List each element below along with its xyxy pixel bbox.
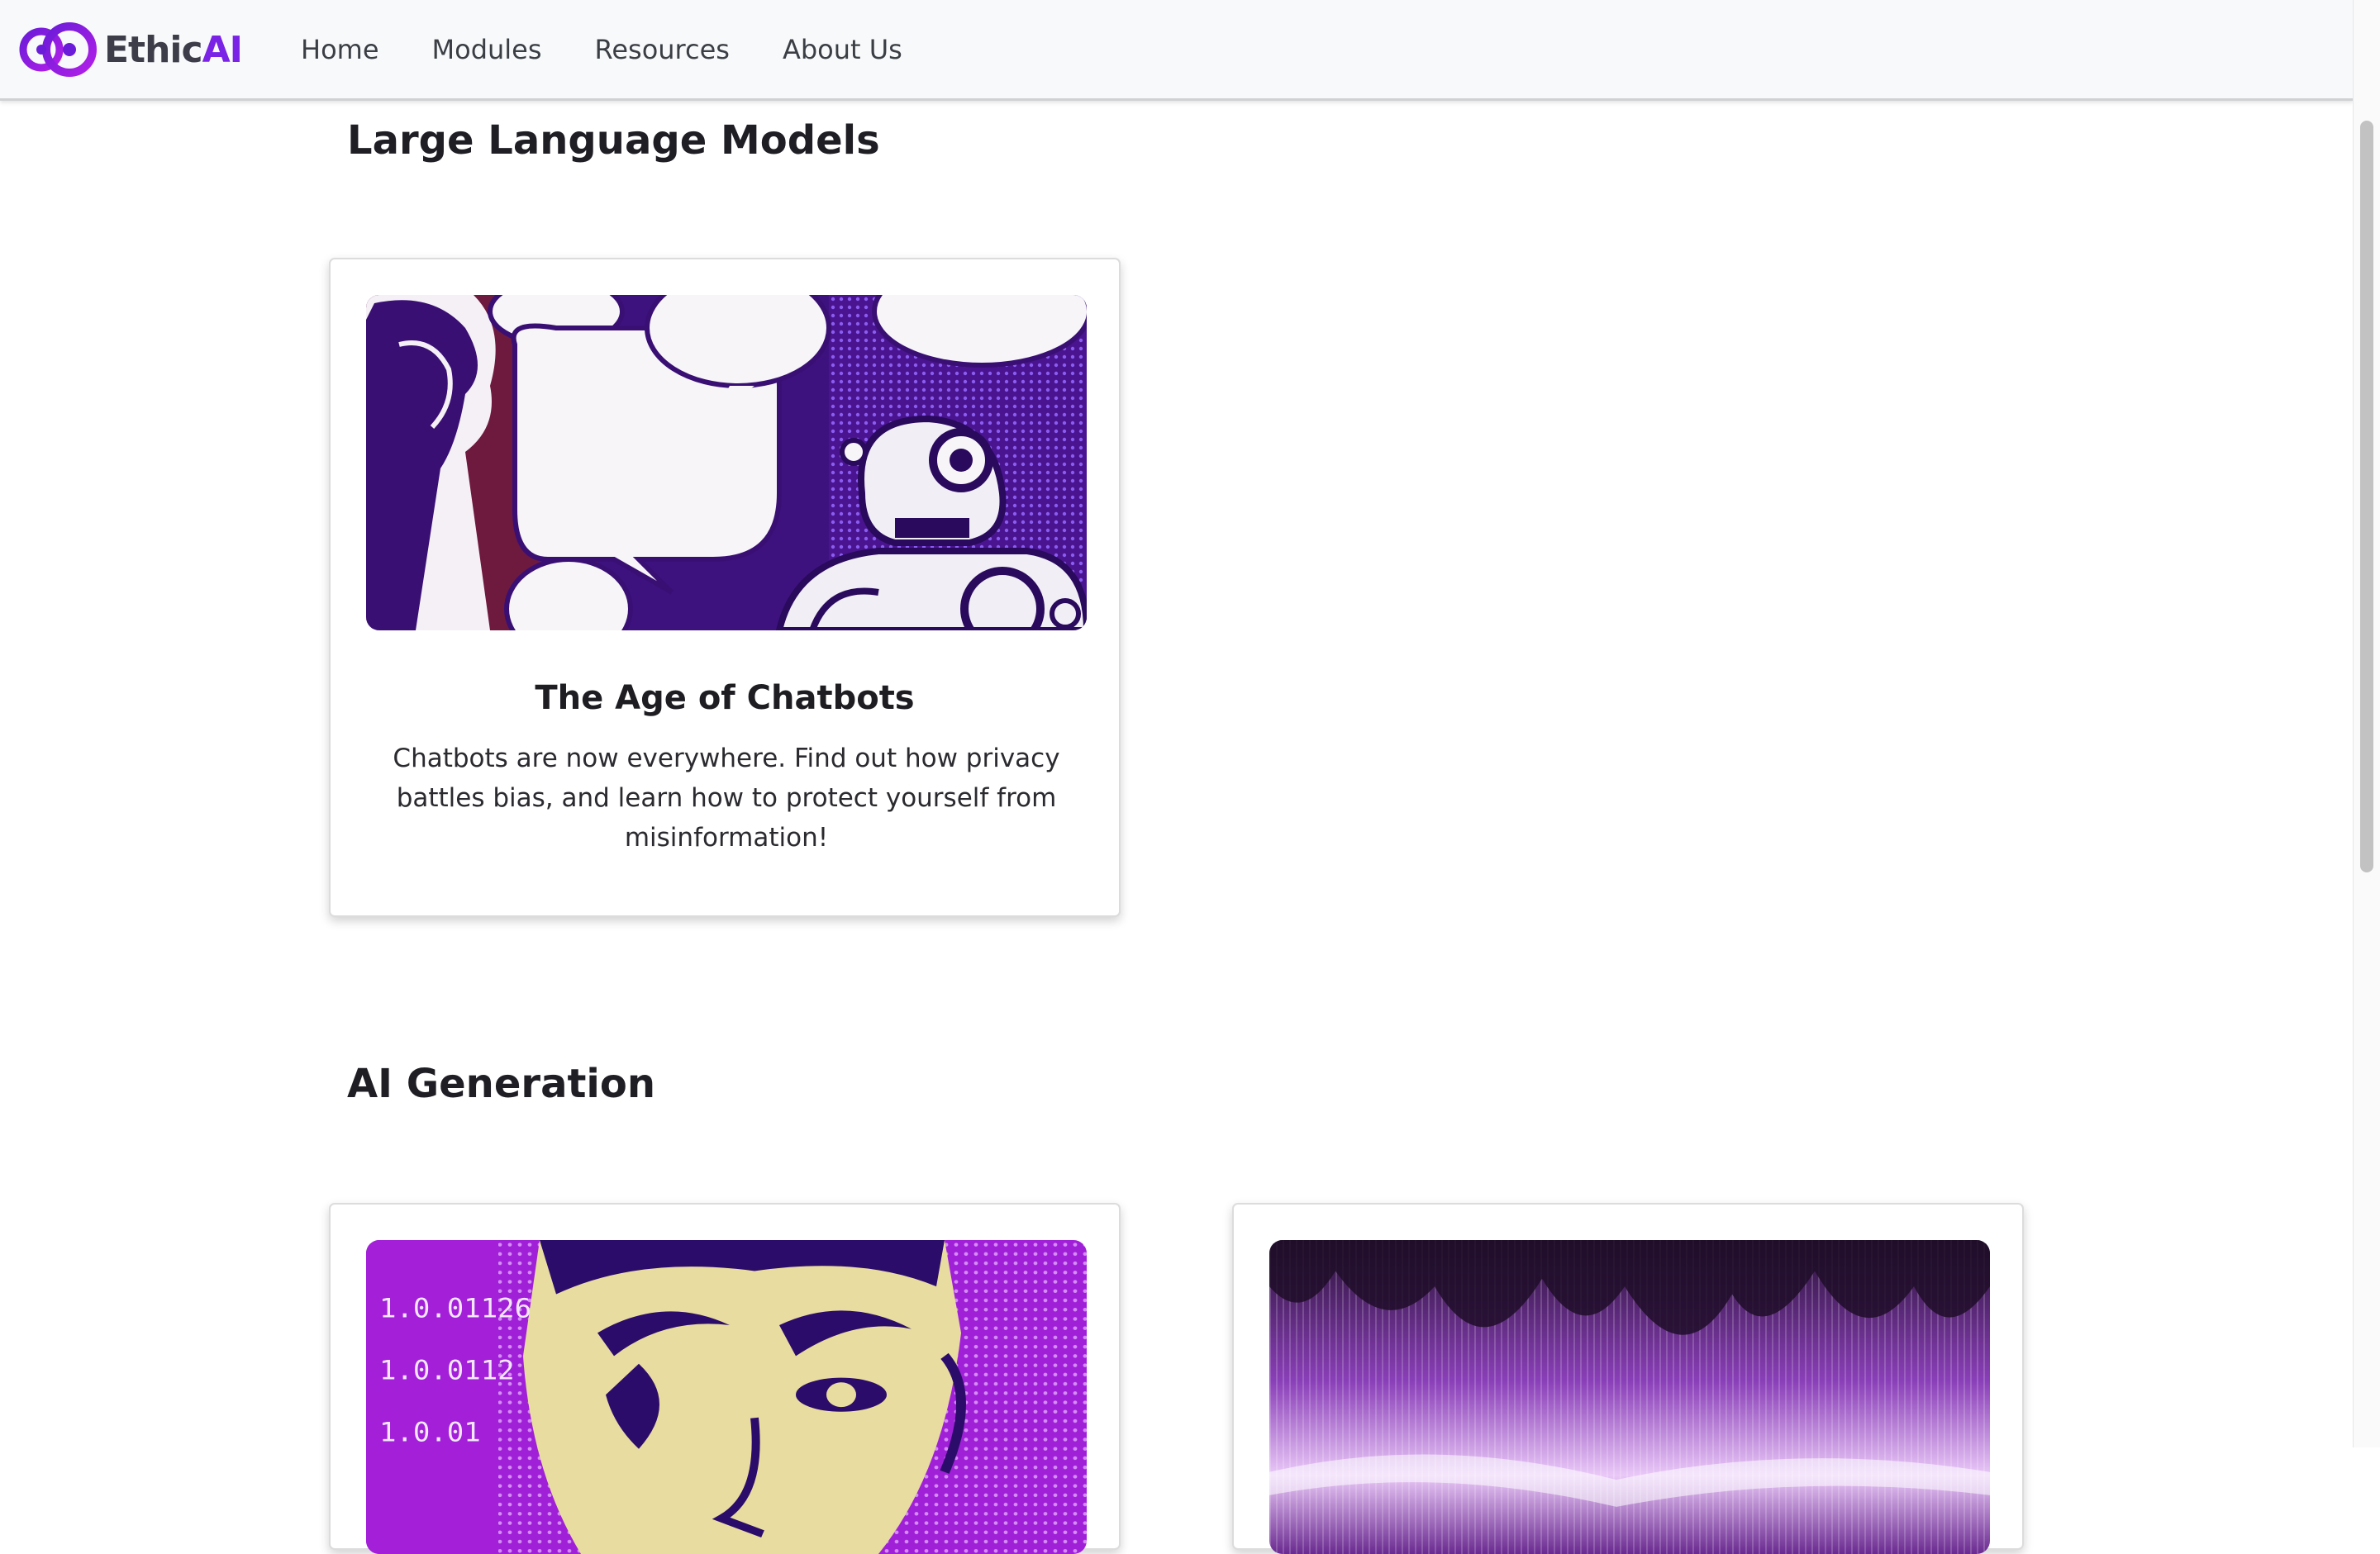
section-title-llm: Large Language Models xyxy=(347,117,880,164)
main-nav: Home Modules Resources About Us xyxy=(301,0,955,98)
purple-soundwave-illustration xyxy=(1269,1240,1990,1554)
card-image-chatbots xyxy=(366,295,1087,630)
nav-link-resources[interactable]: Resources xyxy=(595,34,730,65)
nav-link-modules[interactable]: Modules xyxy=(432,34,542,65)
vertical-scrollbar[interactable] xyxy=(2353,0,2380,1447)
svg-text:1.0.01: 1.0.01 xyxy=(379,1416,481,1447)
module-card-chatbots[interactable]: The Age of Chatbots Chatbots are now eve… xyxy=(329,258,1121,917)
card-image-face: 1.0.01126 1.0.0112 1.0.01 xyxy=(366,1240,1087,1554)
brand-name-ethic: Ethic xyxy=(104,28,203,71)
infinity-logo-icon xyxy=(19,22,97,77)
top-navbar: EthicAI Home Modules Resources About Us xyxy=(0,0,2354,101)
brand-logo[interactable]: EthicAI xyxy=(18,20,243,79)
comic-chatbot-illustration xyxy=(366,295,1087,630)
svg-text:1.0.01126: 1.0.01126 xyxy=(379,1293,531,1324)
module-card-soundwave[interactable] xyxy=(1232,1203,2024,1554)
card-image-soundwave xyxy=(1269,1240,1990,1554)
card-title: The Age of Chatbots xyxy=(535,679,915,717)
brand-name: EthicAI xyxy=(104,28,243,71)
module-card-face[interactable]: 1.0.01126 1.0.0112 1.0.01 xyxy=(329,1203,1121,1554)
svg-text:1.0.0112: 1.0.0112 xyxy=(379,1355,515,1386)
card-description: Chatbots are now everywhere. Find out ho… xyxy=(393,744,1060,853)
nav-link-about-us[interactable]: About Us xyxy=(783,34,902,65)
brand-name-ai: AI xyxy=(202,28,243,71)
section-title-ai-generation: AI Generation xyxy=(347,1061,656,1107)
scrollbar-thumb[interactable] xyxy=(2360,121,2373,872)
purple-face-binary-illustration: 1.0.01126 1.0.0112 1.0.01 xyxy=(366,1240,1087,1554)
nav-link-home[interactable]: Home xyxy=(301,34,379,65)
